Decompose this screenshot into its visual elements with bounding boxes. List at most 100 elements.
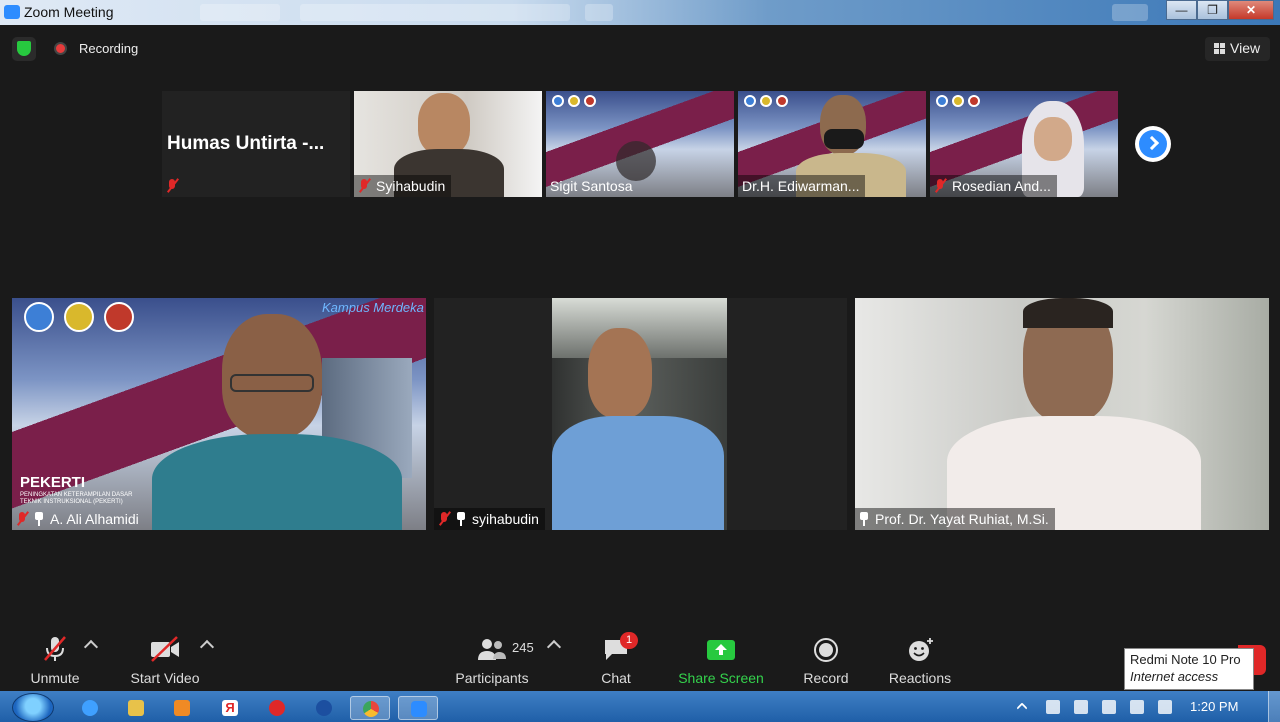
chevron-right-icon — [1144, 135, 1160, 151]
volume-icon[interactable] — [1158, 700, 1172, 714]
taskbar-zoom[interactable] — [398, 696, 438, 720]
chrome-icon — [363, 701, 379, 717]
record-button[interactable]: Record — [802, 634, 850, 694]
share-screen-icon — [707, 640, 735, 660]
grid-icon — [1214, 43, 1225, 54]
tooltip-subtitle: Internet access — [1130, 669, 1219, 684]
media-player-icon — [174, 700, 190, 716]
taskbar-bluetooth[interactable] — [304, 696, 344, 720]
main-tile-syihabudin[interactable]: syihabudin — [434, 298, 847, 530]
participant-name-bar: Syihabudin — [354, 175, 452, 197]
gallery-tile-ediwarman[interactable]: Dr.H. Ediwarman... — [738, 91, 926, 197]
record-label: Record — [803, 670, 849, 686]
sync-icon[interactable] — [1074, 700, 1088, 714]
next-page-button[interactable] — [1135, 126, 1171, 162]
participant-video — [552, 298, 727, 530]
muted-mic-icon — [358, 179, 371, 193]
pin-icon — [859, 512, 869, 526]
shirt — [552, 416, 724, 530]
glasses — [230, 374, 314, 392]
folder-icon — [128, 700, 144, 716]
taskbar-ie[interactable] — [70, 696, 110, 720]
yandex-icon: Я — [222, 700, 238, 716]
participant-name: Syihabudin — [376, 178, 446, 194]
main-tile-ali-alhamidi[interactable]: Kampus Merdeka PEKERTI PENINGKATAN KETER… — [12, 298, 426, 530]
video-off-icon — [151, 636, 179, 662]
logo-icon — [568, 95, 580, 107]
start-video-button[interactable]: Start Video — [130, 634, 200, 694]
taskbar-yandex[interactable]: Я — [210, 696, 250, 720]
hair — [1023, 298, 1113, 328]
muted-mic-icon — [16, 512, 29, 526]
participant-name-bar — [162, 175, 190, 197]
participant-name-bar: Prof. Dr. Yayat Ruhiat, M.Si. — [855, 508, 1055, 530]
taskbar-media[interactable] — [162, 696, 202, 720]
action-center-flag-icon[interactable] — [1046, 700, 1060, 714]
participant-video — [152, 434, 402, 530]
view-label: View — [1230, 40, 1261, 56]
participant-name: Sigit Santosa — [550, 178, 633, 194]
tutwuri-logo-icon — [24, 302, 54, 332]
background-tab — [300, 4, 570, 21]
security-shield-icon[interactable] — [12, 37, 36, 61]
gallery-tile-rosedian[interactable]: Rosedian And... — [930, 91, 1118, 197]
main-tile-yayat-ruhiat[interactable]: Prof. Dr. Yayat Ruhiat, M.Si. — [855, 298, 1269, 530]
gallery-tile-humas[interactable]: Humas Untirta -... — [162, 91, 350, 197]
close-icon[interactable]: ✕ — [1228, 0, 1274, 20]
window-controls: — ❐ ✕ — [1166, 0, 1274, 20]
taskbar-opera[interactable] — [257, 696, 297, 720]
show-desktop-button[interactable] — [1268, 691, 1280, 722]
record-icon — [814, 638, 838, 662]
internet-explorer-icon — [82, 700, 98, 716]
reactions-button[interactable]: Reactions — [889, 634, 951, 694]
device-icon[interactable] — [1102, 700, 1116, 714]
zoom-window: Zoom Meeting — ❐ ✕ Recording View Humas … — [0, 0, 1280, 722]
participants-options-chevron-icon[interactable] — [546, 639, 562, 655]
participant-name: Prof. Dr. Yayat Ruhiat, M.Si. — [875, 511, 1049, 527]
gallery-tile-sigit[interactable]: Sigit Santosa — [546, 91, 734, 197]
participant-video — [1034, 117, 1072, 161]
muted-mic-icon — [44, 636, 66, 661]
gallery-tile-syihabudin[interactable]: Syihabudin — [354, 91, 542, 197]
participants-icon — [478, 639, 506, 660]
minimize-icon[interactable]: — — [1166, 0, 1197, 20]
participant-name: syihabudin — [472, 511, 539, 527]
logo-icon — [968, 95, 980, 107]
participants-count: 245 — [512, 640, 534, 655]
video-options-chevron-icon[interactable] — [199, 639, 215, 655]
participant-name-large: Humas Untirta -... — [167, 133, 325, 154]
recording-label: Recording — [79, 41, 139, 56]
chat-badge: 1 — [620, 632, 638, 649]
participants-button[interactable]: 245 Participants — [455, 634, 534, 694]
face — [588, 328, 652, 418]
zoom-app-icon — [4, 5, 20, 19]
participant-name-bar: syihabudin — [434, 508, 545, 530]
pin-icon — [34, 512, 44, 526]
logo-icon — [952, 95, 964, 107]
share-screen-button[interactable]: Share Screen — [678, 634, 764, 694]
unmute-button[interactable]: Unmute — [30, 634, 80, 694]
share-screen-label: Share Screen — [678, 670, 764, 686]
taskbar-explorer[interactable] — [116, 696, 156, 720]
network-tooltip: Redmi Note 10 Pro Internet access — [1124, 648, 1254, 690]
banner-subtitle: PENINGKATAN KETERAMPILAN DASAR TEKNIK IN… — [20, 492, 133, 505]
tooltip-title: Redmi Note 10 Pro — [1130, 652, 1241, 667]
logo-icon — [744, 95, 756, 107]
audio-options-chevron-icon[interactable] — [83, 639, 99, 655]
title-bar: Zoom Meeting — ❐ ✕ — [0, 0, 1280, 25]
logo-icon — [760, 95, 772, 107]
participants-label: Participants — [455, 670, 529, 686]
taskbar-chrome[interactable] — [350, 696, 390, 720]
logo-icon — [584, 95, 596, 107]
start-button-icon[interactable] — [12, 693, 54, 722]
wifi-signal-icon[interactable] — [1130, 700, 1144, 714]
maximize-icon[interactable]: ❐ — [1197, 0, 1228, 20]
window-title: Zoom Meeting — [24, 4, 114, 20]
taskbar-clock[interactable]: 1:20 PM — [1190, 699, 1238, 714]
banner-title: PEKERTI — [20, 474, 86, 491]
view-button[interactable]: View — [1205, 37, 1270, 61]
chat-label: Chat — [601, 670, 631, 686]
opera-icon — [269, 700, 285, 716]
participant-name-bar: A. Ali Alhamidi — [12, 508, 145, 530]
chat-button[interactable]: 1 Chat — [596, 632, 638, 694]
